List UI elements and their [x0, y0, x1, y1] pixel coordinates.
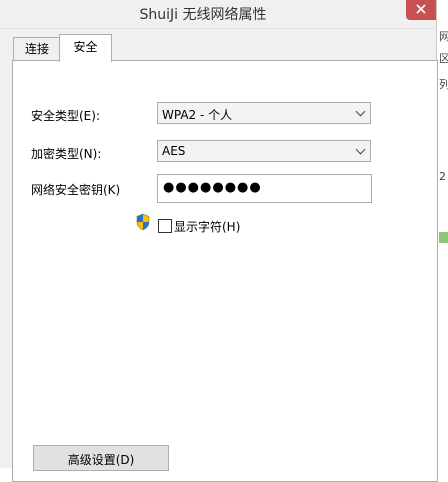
network-key-label: 网络安全密钥(K) — [31, 183, 121, 197]
shield-icon — [135, 213, 151, 234]
encryption-type-label: 加密类型(N): — [31, 147, 102, 161]
chevron-down-icon — [355, 144, 366, 155]
network-key-value: ●●●●●●●● — [163, 180, 262, 195]
advanced-settings-button[interactable]: 高级设置(D) — [33, 445, 169, 471]
background-char: 区 — [439, 52, 448, 65]
background-char: 网 — [439, 30, 448, 43]
tab-connection[interactable]: 连接 — [13, 37, 61, 60]
close-icon — [416, 4, 426, 14]
security-type-label: 安全类型(E): — [31, 109, 100, 123]
security-type-select[interactable]: WPA2 - 个人 — [157, 102, 371, 124]
security-type-value: WPA2 - 个人 — [162, 108, 233, 122]
tab-security[interactable]: 安全 — [59, 34, 112, 62]
background-char: 2 — [439, 170, 446, 183]
encryption-type-value: AES — [162, 144, 186, 158]
encryption-type-select[interactable]: AES — [157, 140, 371, 162]
show-characters-label[interactable]: 显示字符(H) — [174, 218, 240, 235]
chevron-down-icon — [355, 106, 366, 117]
title-bar: ShuiJi 无线网络属性 — [0, 0, 436, 29]
network-key-input[interactable]: ●●●●●●●● — [157, 174, 372, 203]
window-title: ShuiJi 无线网络属性 — [139, 7, 267, 23]
background-char: 列 — [439, 78, 448, 91]
show-characters-checkbox[interactable] — [158, 219, 172, 233]
close-button[interactable] — [406, 0, 436, 20]
background-green-block — [439, 232, 448, 243]
